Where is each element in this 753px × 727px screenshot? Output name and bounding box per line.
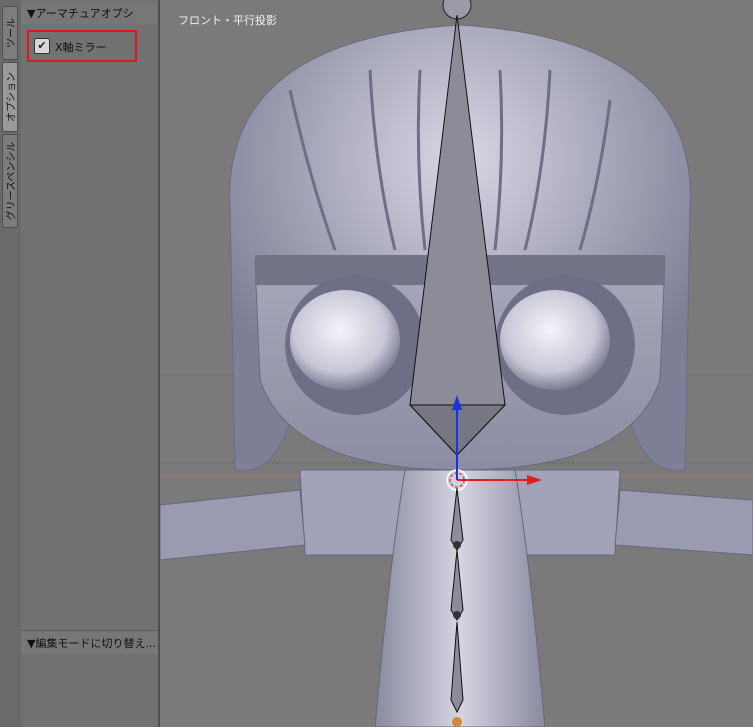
right-eye xyxy=(500,290,610,390)
3d-viewport[interactable]: フロント・平行投影 xyxy=(160,0,753,727)
armature-options-header[interactable]: ▼アーマチュアオプシ xyxy=(21,4,158,24)
tab-grease-pencil-label: グリースペンシル xyxy=(6,141,18,221)
bone-joint xyxy=(453,611,461,619)
tab-tool-label: ツール xyxy=(6,18,18,48)
right-arm-mesh xyxy=(614,489,753,556)
left-arm-mesh xyxy=(160,489,306,561)
tab-options[interactable]: オプション xyxy=(2,62,18,132)
tab-tool[interactable]: ツール xyxy=(2,6,18,60)
x-mirror-option[interactable]: ✔ X軸ミラー xyxy=(27,30,137,62)
tab-grease-pencil[interactable]: グリースペンシル xyxy=(2,134,18,228)
bone-joint xyxy=(452,717,462,727)
vertical-tab-strip: ツール オプション グリースペンシル xyxy=(0,0,22,727)
view-projection-label: フロント・平行投影 xyxy=(178,14,277,27)
scene-canvas xyxy=(160,0,753,727)
x-mirror-label: X軸ミラー xyxy=(55,41,107,54)
x-mirror-checkbox[interactable]: ✔ xyxy=(34,38,50,54)
tab-options-label: オプション xyxy=(6,72,18,122)
left-eye xyxy=(290,290,400,390)
tool-shelf-panel: ▼アーマチュアオプシ ✔ X軸ミラー ▼編集モードに切り替え... xyxy=(21,0,158,727)
edit-mode-header[interactable]: ▼編集モードに切り替え... xyxy=(21,630,158,654)
bone-joint xyxy=(453,541,461,549)
